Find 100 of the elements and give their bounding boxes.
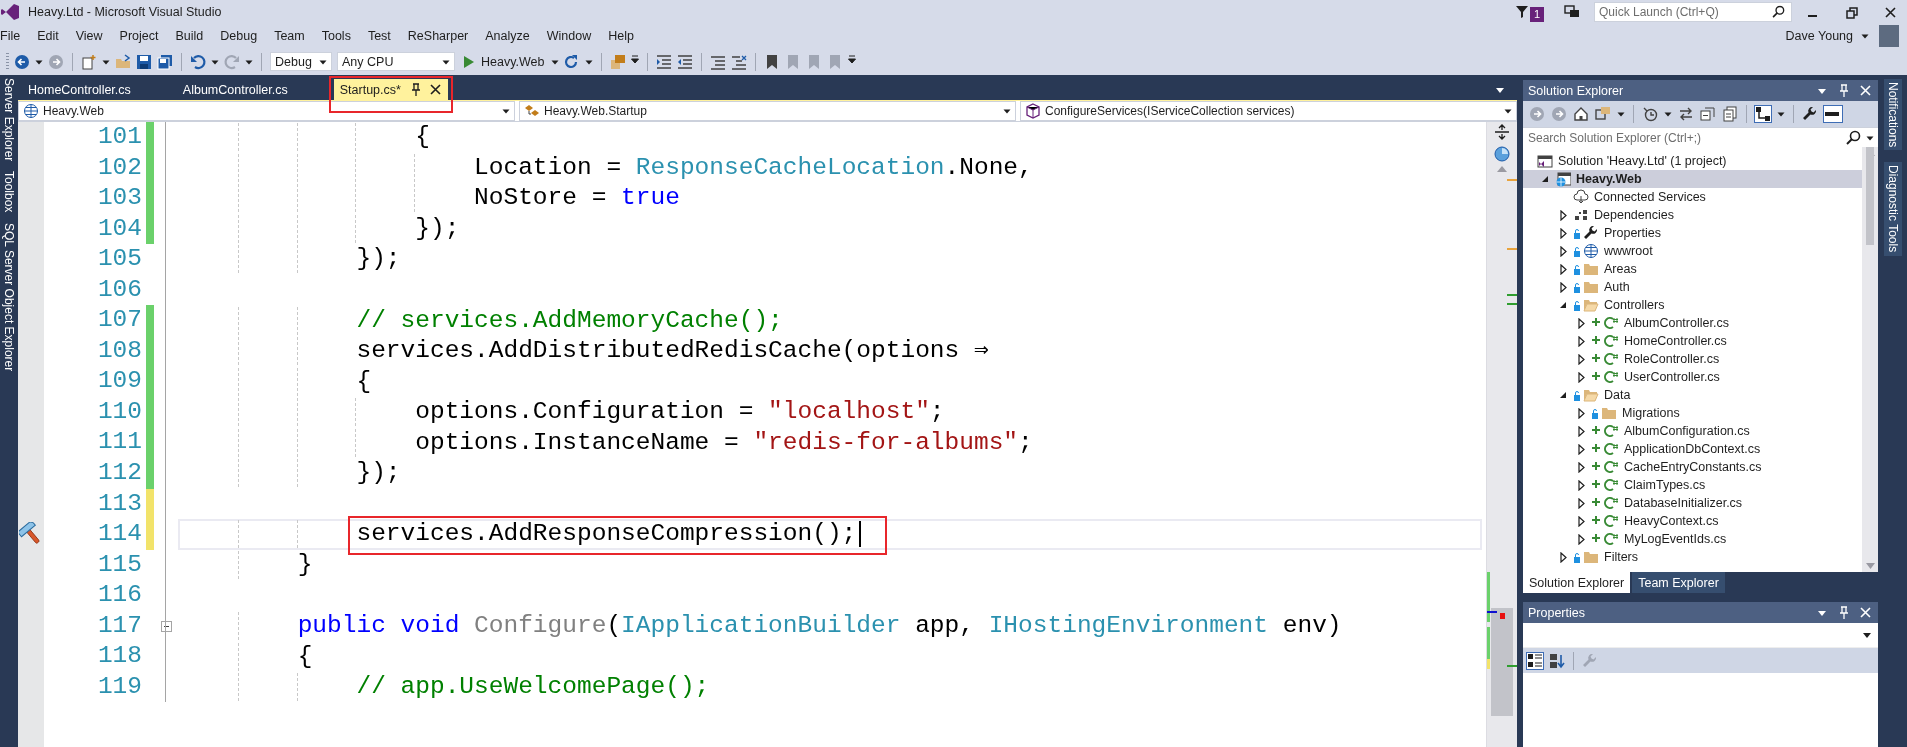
collapsed-arrow-icon[interactable] xyxy=(1558,245,1568,257)
tree-item[interactable]: AlbumController.cs xyxy=(1523,314,1862,332)
tool-window-tab[interactable]: Diagnostic Tools xyxy=(1883,162,1902,256)
menu-item[interactable]: Edit xyxy=(29,29,68,43)
tree-item[interactable]: RoleController.cs xyxy=(1523,350,1862,368)
collapsed-arrow-icon[interactable] xyxy=(1576,317,1586,329)
outdent-icon[interactable] xyxy=(677,53,694,70)
search-icon[interactable] xyxy=(1846,129,1862,146)
swap-icon[interactable] xyxy=(1678,106,1694,122)
collapsed-arrow-icon[interactable] xyxy=(1576,425,1586,437)
collapsed-arrow-icon[interactable] xyxy=(1558,209,1568,221)
menu-item[interactable]: Project xyxy=(111,29,168,43)
tree-item[interactable]: Filters xyxy=(1523,548,1862,566)
tree-item[interactable]: ApplicationDbContext.cs xyxy=(1523,440,1862,458)
caret-icon[interactable] xyxy=(211,58,219,65)
uncomment-lines-icon[interactable] xyxy=(731,53,748,70)
caret-icon[interactable] xyxy=(1504,108,1512,114)
hammer-icon[interactable] xyxy=(19,522,43,547)
collapsed-arrow-icon[interactable] xyxy=(1576,353,1586,365)
categorized-icon[interactable] xyxy=(1527,652,1543,669)
caret-icon[interactable] xyxy=(442,58,450,65)
restore-icon[interactable] xyxy=(1845,5,1858,19)
caret-icon[interactable] xyxy=(1617,111,1625,117)
editor-tab[interactable]: AlbumController.cs xyxy=(176,79,294,100)
type-dropdown[interactable]: Heavy.Web.Startup xyxy=(519,101,1016,121)
tool-window-tab[interactable]: SQL Server Object Explorer xyxy=(2,222,16,372)
feedback-icon[interactable] xyxy=(1564,4,1580,20)
panel-tab[interactable]: Solution Explorer xyxy=(1523,572,1631,593)
search-field[interactable]: Search Solution Explorer (Ctrl+;) xyxy=(1523,128,1842,147)
tree-item[interactable]: Properties xyxy=(1523,224,1862,242)
menu-item[interactable]: Build xyxy=(167,29,213,43)
caret-icon[interactable] xyxy=(585,58,594,65)
quick-launch-field[interactable]: Quick Launch (Ctrl+Q) xyxy=(1594,2,1792,22)
editor-tab[interactable]: HomeController.cs xyxy=(22,79,137,100)
scroll-thumb[interactable] xyxy=(1491,608,1513,716)
play-icon[interactable] xyxy=(462,54,475,69)
tree-item[interactable]: Solution 'Heavy.Ltd' (1 project) xyxy=(1523,152,1862,170)
user-name[interactable]: Dave Young xyxy=(1785,29,1853,43)
menu-item[interactable]: ReSharper xyxy=(399,29,478,43)
collapsed-arrow-icon[interactable] xyxy=(1576,335,1586,347)
tree-item[interactable]: Dependencies xyxy=(1523,206,1862,224)
menu-item[interactable]: Help xyxy=(600,29,643,43)
tree-item[interactable]: HomeController.cs xyxy=(1523,332,1862,350)
member-dropdown[interactable]: ConfigureServices(IServiceCollection services) xyxy=(1020,101,1517,121)
collapse-all-icon[interactable] xyxy=(1700,106,1716,122)
history-icon[interactable] xyxy=(1642,106,1658,122)
comment-lines-icon[interactable] xyxy=(710,53,727,70)
tree-item[interactable]: UserController.cs xyxy=(1523,368,1862,386)
platform-dropdown[interactable]: Any CPU xyxy=(337,52,455,71)
configuration-dropdown[interactable]: Debug xyxy=(270,52,332,71)
caret-icon[interactable] xyxy=(502,108,510,114)
indent-icon[interactable] xyxy=(656,53,673,70)
tool-window-tab[interactable]: Server Explorer xyxy=(2,78,16,162)
collapsed-arrow-icon[interactable] xyxy=(1576,479,1586,491)
tree-item[interactable]: Auth xyxy=(1523,278,1862,296)
start-button[interactable]: Heavy.Web xyxy=(460,54,547,69)
collapsed-arrow-icon[interactable] xyxy=(1576,371,1586,383)
filter-icon[interactable] xyxy=(1514,4,1529,20)
collapsed-arrow-icon[interactable] xyxy=(1576,461,1586,473)
caret-icon[interactable] xyxy=(1003,108,1011,114)
undo-icon[interactable] xyxy=(190,53,206,70)
caret-icon[interactable] xyxy=(551,58,560,65)
menu-item[interactable]: File xyxy=(0,29,30,43)
tree-item[interactable]: MyLogEventIds.cs xyxy=(1523,530,1862,548)
tree-item[interactable]: ClaimTypes.cs xyxy=(1523,476,1862,494)
alphabetical-sort-icon[interactable] xyxy=(1549,652,1565,669)
tree-item[interactable]: CacheEntryConstants.cs xyxy=(1523,458,1862,476)
pin-bar-icon[interactable] xyxy=(1824,106,1842,122)
tree-item[interactable]: AlbumConfiguration.cs xyxy=(1523,422,1862,440)
tree-item[interactable]: Migrations xyxy=(1523,404,1862,422)
tree-item[interactable]: HeavyContext.cs xyxy=(1523,512,1862,530)
dropdown-icon[interactable] xyxy=(1817,86,1827,95)
save-icon[interactable] xyxy=(136,53,152,70)
dropdown-icon[interactable] xyxy=(1862,631,1872,639)
menu-item[interactable]: Tools xyxy=(313,29,360,43)
menu-item[interactable]: Debug xyxy=(212,29,267,43)
menu-item[interactable]: Window xyxy=(538,29,601,43)
caret-icon[interactable] xyxy=(102,58,110,65)
vertical-scrollbar[interactable] xyxy=(1486,122,1517,747)
menu-item[interactable]: View xyxy=(67,29,112,43)
collapsed-arrow-icon[interactable] xyxy=(1558,281,1568,293)
menu-item[interactable]: Test xyxy=(359,29,400,43)
caret-icon[interactable] xyxy=(1777,111,1785,117)
collapsed-arrow-icon[interactable] xyxy=(1558,551,1568,563)
tree-item[interactable]: Heavy.Web xyxy=(1523,170,1862,188)
preview-icon[interactable] xyxy=(1494,146,1510,162)
editor-tab[interactable]: Startup.cs* xyxy=(333,79,448,100)
tab-list-dropdown-icon[interactable] xyxy=(1495,86,1505,94)
menu-item[interactable]: Team xyxy=(266,29,314,43)
caret-icon[interactable] xyxy=(245,58,253,65)
collapsed-arrow-icon[interactable] xyxy=(1576,497,1586,509)
sync-icon[interactable] xyxy=(1595,106,1611,122)
caret-icon[interactable] xyxy=(35,58,43,65)
tree-item[interactable]: wwwroot xyxy=(1523,242,1862,260)
tree-item[interactable]: Controllers xyxy=(1523,296,1862,314)
home-icon[interactable] xyxy=(1573,106,1589,122)
pin-icon[interactable] xyxy=(1837,605,1849,620)
tool-window-tab[interactable]: Notifications xyxy=(1883,79,1902,151)
close-icon[interactable] xyxy=(428,83,442,96)
collapsed-arrow-icon[interactable] xyxy=(1576,515,1586,527)
